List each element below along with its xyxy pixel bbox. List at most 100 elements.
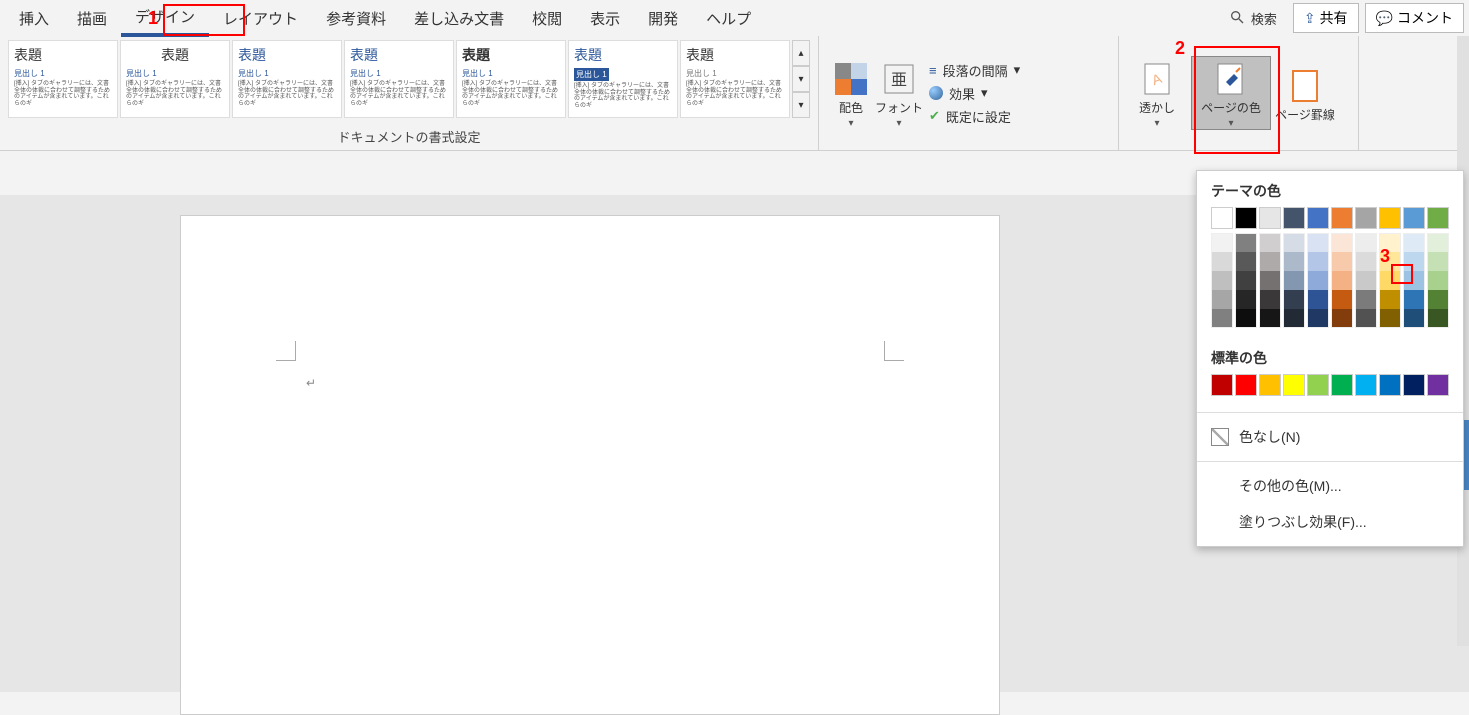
tab-insert[interactable]: 挿入: [5, 2, 63, 35]
color-swatch[interactable]: [1355, 271, 1377, 290]
color-swatch[interactable]: [1283, 290, 1305, 309]
style-theme-item[interactable]: 表題 見出し 1 [挿入] タブのギャラリーには、文書全体の体裁に合わせて調整す…: [344, 40, 454, 118]
color-swatch[interactable]: [1235, 309, 1257, 328]
color-swatch[interactable]: [1235, 374, 1257, 396]
color-swatch[interactable]: [1211, 207, 1233, 229]
style-theme-item[interactable]: 表題 見出し 1 [挿入] タブのギャラリーには、文書全体の体裁に合わせて調整す…: [232, 40, 342, 118]
tab-view[interactable]: 表示: [576, 2, 634, 35]
color-swatch[interactable]: [1403, 309, 1425, 328]
comments-button[interactable]: 💬 コメント: [1365, 3, 1464, 33]
color-swatch[interactable]: [1331, 290, 1353, 309]
style-theme-item[interactable]: 表題 見出し 1 [挿入] タブのギャラリーには、文書全体の体裁に合わせて調整す…: [120, 40, 230, 118]
color-swatch[interactable]: [1283, 233, 1305, 252]
colors-button[interactable]: 配色 ▾: [827, 57, 875, 129]
color-swatch[interactable]: [1283, 374, 1305, 396]
tab-references[interactable]: 参考資料: [312, 2, 400, 35]
tab-mailings[interactable]: 差し込み文書: [400, 2, 518, 35]
color-swatch[interactable]: [1331, 374, 1353, 396]
color-swatch[interactable]: [1355, 252, 1377, 271]
color-swatch[interactable]: [1331, 271, 1353, 290]
tab-developer[interactable]: 開発: [634, 2, 692, 35]
page-color-button[interactable]: ページの色 ▾: [1191, 56, 1271, 130]
color-swatch[interactable]: [1379, 233, 1401, 252]
color-swatch[interactable]: [1427, 290, 1449, 309]
color-swatch[interactable]: [1331, 207, 1353, 229]
color-swatch[interactable]: [1403, 271, 1425, 290]
color-swatch[interactable]: [1259, 207, 1281, 229]
color-swatch[interactable]: [1379, 309, 1401, 328]
color-swatch[interactable]: [1403, 207, 1425, 229]
gallery-more[interactable]: ▾: [792, 92, 810, 118]
no-color-item[interactable]: 色なし(N): [1197, 419, 1463, 455]
color-swatch[interactable]: [1211, 290, 1233, 309]
tab-layout[interactable]: レイアウト: [209, 2, 312, 35]
color-swatch[interactable]: [1403, 290, 1425, 309]
style-theme-item[interactable]: 表題 見出し 1 [挿入] タブのギャラリーには、文書全体の体裁に合わせて調整す…: [568, 40, 678, 118]
gallery-down[interactable]: ▾: [792, 66, 810, 92]
color-swatch[interactable]: [1403, 252, 1425, 271]
color-swatch[interactable]: [1211, 309, 1233, 328]
color-swatch[interactable]: [1355, 290, 1377, 309]
color-swatch[interactable]: [1211, 252, 1233, 271]
color-swatch[interactable]: [1283, 309, 1305, 328]
share-button[interactable]: ⇪ 共有: [1293, 3, 1359, 33]
color-swatch[interactable]: [1283, 271, 1305, 290]
color-swatch[interactable]: [1331, 309, 1353, 328]
color-swatch[interactable]: [1307, 290, 1329, 309]
color-swatch[interactable]: [1355, 233, 1377, 252]
fonts-button[interactable]: 亜 フォント ▾: [875, 57, 923, 129]
color-swatch[interactable]: [1235, 271, 1257, 290]
color-swatch[interactable]: [1379, 374, 1401, 396]
color-swatch[interactable]: [1379, 207, 1401, 229]
color-swatch[interactable]: [1259, 309, 1281, 328]
page[interactable]: ↵: [180, 215, 1000, 715]
color-swatch[interactable]: [1307, 207, 1329, 229]
fill-effects-item[interactable]: 塗りつぶし効果(F)...: [1197, 504, 1463, 540]
watermark-button[interactable]: A 透かし ▾: [1127, 57, 1187, 129]
color-swatch[interactable]: [1331, 252, 1353, 271]
color-swatch[interactable]: [1259, 252, 1281, 271]
style-theme-item[interactable]: 表題 見出し 1 [挿入] タブのギャラリーには、文書全体の体裁に合わせて調整す…: [680, 40, 790, 118]
color-swatch[interactable]: [1307, 374, 1329, 396]
color-swatch[interactable]: [1235, 233, 1257, 252]
color-swatch[interactable]: [1283, 252, 1305, 271]
page-borders-button[interactable]: ページ罫線: [1275, 64, 1335, 123]
color-swatch[interactable]: [1427, 374, 1449, 396]
color-swatch[interactable]: [1259, 290, 1281, 309]
color-swatch[interactable]: [1211, 233, 1233, 252]
color-swatch[interactable]: [1283, 207, 1305, 229]
more-colors-item[interactable]: その他の色(M)...: [1197, 468, 1463, 504]
tab-draw[interactable]: 描画: [63, 2, 121, 35]
color-swatch[interactable]: [1427, 207, 1449, 229]
style-theme-item[interactable]: 表題 見出し 1 [挿入] タブのギャラリーには、文書全体の体裁に合わせて調整す…: [456, 40, 566, 118]
color-swatch[interactable]: [1355, 207, 1377, 229]
set-default-button[interactable]: ✔ 既定に設定: [929, 107, 1020, 126]
color-swatch[interactable]: [1403, 374, 1425, 396]
color-swatch[interactable]: [1427, 271, 1449, 290]
color-swatch[interactable]: [1307, 309, 1329, 328]
tab-review[interactable]: 校閲: [518, 2, 576, 35]
paragraph-spacing-button[interactable]: ≡ 段落の間隔▾: [929, 61, 1020, 80]
color-swatch[interactable]: [1211, 374, 1233, 396]
color-swatch[interactable]: [1427, 252, 1449, 271]
color-swatch[interactable]: [1331, 233, 1353, 252]
color-swatch[interactable]: [1427, 309, 1449, 328]
search-button[interactable]: 検索: [1219, 5, 1287, 32]
color-swatch[interactable]: [1307, 252, 1329, 271]
color-swatch[interactable]: [1259, 374, 1281, 396]
color-swatch[interactable]: [1355, 374, 1377, 396]
color-swatch[interactable]: [1259, 271, 1281, 290]
tab-design[interactable]: デザイン: [121, 0, 209, 37]
color-swatch[interactable]: [1427, 233, 1449, 252]
color-swatch[interactable]: [1211, 271, 1233, 290]
effects-button[interactable]: 効果▾: [929, 84, 1020, 103]
color-swatch[interactable]: [1259, 233, 1281, 252]
color-swatch[interactable]: [1307, 233, 1329, 252]
color-swatch[interactable]: [1403, 233, 1425, 252]
color-swatch[interactable]: [1379, 290, 1401, 309]
color-swatch[interactable]: [1379, 271, 1401, 290]
tab-help[interactable]: ヘルプ: [692, 2, 765, 35]
color-swatch[interactable]: [1307, 271, 1329, 290]
color-swatch[interactable]: [1235, 252, 1257, 271]
gallery-up[interactable]: ▴: [792, 40, 810, 66]
